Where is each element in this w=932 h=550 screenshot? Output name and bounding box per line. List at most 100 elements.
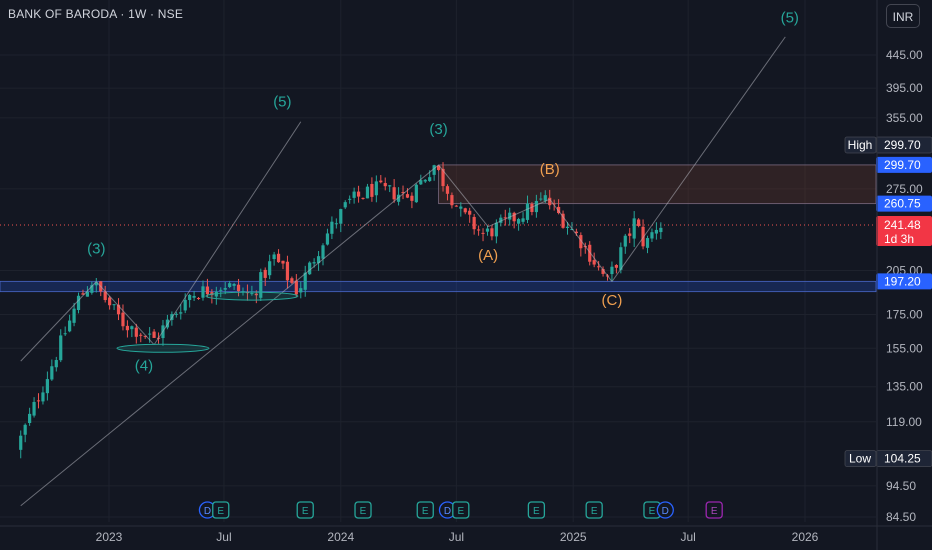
high-tag: 299.70	[875, 136, 932, 154]
candle-body	[330, 221, 334, 234]
earnings-marker[interactable]: E	[452, 501, 470, 519]
low-tag: 104.25	[875, 450, 932, 467]
candle-body	[19, 435, 23, 450]
candle-body	[290, 278, 294, 283]
candle-body	[459, 206, 463, 209]
candle-body	[263, 269, 267, 278]
candle-body	[236, 284, 241, 292]
candle-body	[112, 304, 116, 306]
candle-body	[379, 180, 383, 183]
candle-body	[388, 185, 392, 187]
wave-label: (5)	[273, 93, 291, 110]
candle-body	[201, 286, 205, 298]
candle-body	[534, 200, 538, 213]
candle-body	[308, 262, 312, 275]
wave-label: (A)	[478, 247, 498, 264]
candle-body	[463, 208, 467, 213]
candle-body	[481, 232, 485, 234]
candle-body	[494, 222, 498, 237]
candle-body	[405, 194, 410, 198]
earnings-marker[interactable]: E	[705, 501, 723, 519]
candle-body	[228, 283, 232, 287]
candle-body	[370, 183, 374, 197]
zone-low-tag: 197.20	[876, 273, 932, 290]
candle-body	[361, 197, 365, 199]
candle	[308, 261, 312, 275]
event-marker-label: E	[457, 506, 464, 517]
support-ellipse	[205, 291, 299, 301]
candle-body	[623, 235, 627, 247]
zone-top-tag: 299.70	[876, 156, 932, 173]
candle-body	[72, 308, 76, 323]
candle-body	[348, 198, 352, 200]
candle-body	[654, 229, 659, 234]
earnings-marker[interactable]: E	[296, 501, 314, 519]
candle-body	[134, 327, 138, 337]
earnings-marker[interactable]: E	[527, 501, 546, 519]
zone-low-tag-text: 197.20	[884, 274, 921, 288]
high-label-tag-text: High	[848, 138, 873, 152]
candle-body	[76, 295, 81, 311]
event-marker-label: E	[533, 506, 540, 517]
candle-body	[130, 326, 134, 330]
low-tag-text: 104.25	[884, 452, 921, 466]
candle-body	[539, 198, 543, 200]
earnings-marker[interactable]: E	[212, 501, 230, 519]
candle-body	[23, 424, 27, 435]
event-marker-label: E	[360, 506, 367, 517]
candle-body	[188, 294, 192, 301]
y-tick-label: 275.00	[886, 182, 923, 196]
zone-mid-tag: 260.75	[876, 195, 932, 212]
currency-button[interactable]: INR	[886, 4, 920, 28]
candle-body	[219, 289, 223, 291]
wave-label: (B)	[540, 161, 560, 178]
candle-body	[54, 360, 58, 368]
candle-body	[543, 195, 547, 201]
y-tick-label: 155.00	[886, 341, 923, 355]
candle-body	[619, 247, 623, 270]
candle-body	[59, 335, 63, 361]
earnings-marker[interactable]: E	[416, 501, 434, 519]
candle-body	[303, 272, 307, 290]
low-label-tag-text: Low	[849, 452, 871, 466]
zone-mid-tag-text: 260.75	[884, 197, 921, 211]
candle-body	[125, 325, 130, 331]
candle-body	[476, 229, 481, 231]
x-tick-label: 2025	[560, 530, 587, 544]
candle-body	[490, 228, 494, 237]
candle-body	[294, 280, 298, 295]
candle-body	[179, 312, 183, 314]
candle-body	[352, 191, 356, 198]
y-tick-label: 445.00	[886, 48, 923, 62]
candle-body	[281, 260, 285, 264]
candle-body	[28, 413, 32, 424]
dividend-marker[interactable]: D	[656, 501, 674, 519]
event-marker-label: E	[422, 506, 429, 517]
earnings-marker[interactable]: E	[354, 501, 372, 519]
y-tick-label: 135.00	[886, 380, 923, 394]
candle-body	[108, 297, 112, 306]
earnings-marker[interactable]: E	[585, 501, 603, 519]
x-tick-label: Jul	[216, 530, 231, 544]
candle-body	[321, 245, 325, 259]
candle-body	[374, 181, 378, 196]
y-tick-label: 355.00	[886, 111, 923, 125]
candle-body	[45, 379, 50, 394]
candle-body	[650, 232, 654, 239]
candle-body	[121, 312, 125, 327]
candle-body	[268, 261, 272, 276]
chart-title: BANK OF BARODA · 1W · NSE	[8, 7, 184, 21]
candle-body	[152, 331, 156, 338]
x-tick-label: 2026	[792, 530, 819, 544]
x-tick-label: 2024	[327, 530, 354, 544]
candle-body	[454, 205, 458, 207]
candle-body	[63, 333, 67, 335]
price-chart[interactable]: (3)(4)(5)(3)(A)(B)(C)(5) DEEEEDEEEEDE 20…	[0, 0, 932, 550]
chart-background	[0, 0, 932, 550]
candle-body	[450, 195, 454, 206]
candle-body	[597, 266, 601, 268]
lower-demand-zone	[0, 280, 877, 293]
upper-supply-zone	[438, 164, 877, 205]
event-marker-label: E	[711, 506, 718, 517]
candle-body	[343, 202, 347, 208]
